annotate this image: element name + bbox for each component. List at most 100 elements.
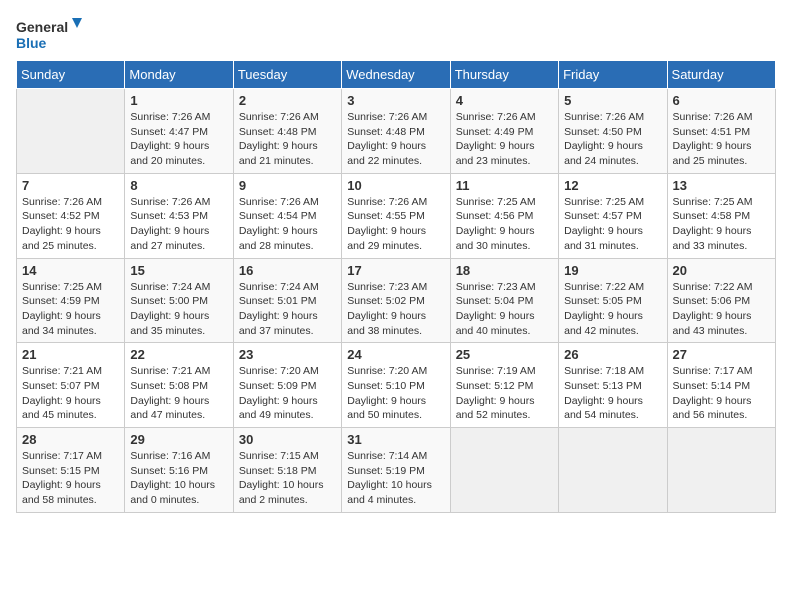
calendar-cell: 28 Sunrise: 7:17 AMSunset: 5:15 PMDayligh… bbox=[17, 428, 125, 513]
calendar-cell: 13 Sunrise: 7:25 AMSunset: 4:58 PMDayligh… bbox=[667, 173, 775, 258]
day-number: 25 bbox=[456, 347, 553, 362]
day-info: Sunrise: 7:26 AMSunset: 4:48 PMDaylight:… bbox=[239, 110, 336, 169]
calendar-cell: 11Sunrise: 7:25 AMSunset: 4:56 PMDayligh… bbox=[450, 173, 558, 258]
calendar-week-4: 21Sunrise: 7:21 AMSunset: 5:07 PMDayligh… bbox=[17, 343, 776, 428]
day-number: 24 bbox=[347, 347, 444, 362]
calendar-cell: 27Sunrise: 7:17 AMSunset: 5:14 PMDayligh… bbox=[667, 343, 775, 428]
day-info: Sunrise: 7:26 AMSunset: 4:54 PMDaylight:… bbox=[239, 195, 336, 254]
day-number: 30 bbox=[239, 432, 336, 447]
day-number: 4 bbox=[456, 93, 553, 108]
calendar-cell: 4Sunrise: 7:26 AMSunset: 4:49 PMDaylight… bbox=[450, 89, 558, 174]
day-number: 10 bbox=[347, 178, 444, 193]
day-info: Sunrise: 7:22 AMSunset: 5:06 PMDaylight:… bbox=[673, 280, 770, 339]
header-wednesday: Wednesday bbox=[342, 61, 450, 89]
day-info: Sunrise: 7:16 AMSunset: 5:16 PMDaylight:… bbox=[130, 449, 227, 508]
day-number: 13 bbox=[673, 178, 770, 193]
calendar-cell: 16 Sunrise: 7:24 AMSunset: 5:01 PMDayligh… bbox=[233, 258, 341, 343]
calendar-cell: 21Sunrise: 7:21 AMSunset: 5:07 PMDayligh… bbox=[17, 343, 125, 428]
day-number: 23 bbox=[239, 347, 336, 362]
header-saturday: Saturday bbox=[667, 61, 775, 89]
calendar-cell: 31 Sunrise: 7:14 AMSunset: 5:19 PMDayligh… bbox=[342, 428, 450, 513]
day-number: 26 bbox=[564, 347, 661, 362]
day-number: 8 bbox=[130, 178, 227, 193]
day-number: 9 bbox=[239, 178, 336, 193]
calendar-cell: 1Sunrise: 7:26 AMSunset: 4:47 PMDaylight… bbox=[125, 89, 233, 174]
calendar-cell: 12 Sunrise: 7:25 AMSunset: 4:57 PMDayligh… bbox=[559, 173, 667, 258]
svg-text:General: General bbox=[16, 19, 68, 35]
calendar-cell bbox=[17, 89, 125, 174]
calendar-cell: 20 Sunrise: 7:22 AMSunset: 5:06 PMDayligh… bbox=[667, 258, 775, 343]
day-info: Sunrise: 7:15 AMSunset: 5:18 PMDaylight:… bbox=[239, 449, 336, 508]
day-number: 20 bbox=[673, 263, 770, 278]
calendar-cell: 10 Sunrise: 7:26 AMSunset: 4:55 PMDayligh… bbox=[342, 173, 450, 258]
header-sunday: Sunday bbox=[17, 61, 125, 89]
day-number: 28 bbox=[22, 432, 119, 447]
day-number: 3 bbox=[347, 93, 444, 108]
calendar-cell: 24 Sunrise: 7:20 AMSunset: 5:10 PMDayligh… bbox=[342, 343, 450, 428]
day-number: 19 bbox=[564, 263, 661, 278]
calendar-cell: 2 Sunrise: 7:26 AMSunset: 4:48 PMDaylight… bbox=[233, 89, 341, 174]
calendar-week-1: 1Sunrise: 7:26 AMSunset: 4:47 PMDaylight… bbox=[17, 89, 776, 174]
day-info: Sunrise: 7:24 AMSunset: 5:01 PMDaylight:… bbox=[239, 280, 336, 339]
calendar-cell: 30 Sunrise: 7:15 AMSunset: 5:18 PMDayligh… bbox=[233, 428, 341, 513]
day-number: 16 bbox=[239, 263, 336, 278]
day-number: 22 bbox=[130, 347, 227, 362]
day-info: Sunrise: 7:22 AMSunset: 5:05 PMDaylight:… bbox=[564, 280, 661, 339]
calendar-table: SundayMondayTuesdayWednesdayThursdayFrid… bbox=[16, 60, 776, 513]
day-info: Sunrise: 7:26 AMSunset: 4:55 PMDaylight:… bbox=[347, 195, 444, 254]
day-info: Sunrise: 7:21 AMSunset: 5:07 PMDaylight:… bbox=[22, 364, 119, 423]
day-info: Sunrise: 7:20 AMSunset: 5:09 PMDaylight:… bbox=[239, 364, 336, 423]
calendar-header-row: SundayMondayTuesdayWednesdayThursdayFrid… bbox=[17, 61, 776, 89]
day-info: Sunrise: 7:20 AMSunset: 5:10 PMDaylight:… bbox=[347, 364, 444, 423]
day-number: 7 bbox=[22, 178, 119, 193]
calendar-cell: 7 Sunrise: 7:26 AMSunset: 4:52 PMDaylight… bbox=[17, 173, 125, 258]
day-number: 5 bbox=[564, 93, 661, 108]
day-info: Sunrise: 7:25 AMSunset: 4:59 PMDaylight:… bbox=[22, 280, 119, 339]
day-info: Sunrise: 7:26 AMSunset: 4:53 PMDaylight:… bbox=[130, 195, 227, 254]
calendar-week-2: 7 Sunrise: 7:26 AMSunset: 4:52 PMDaylight… bbox=[17, 173, 776, 258]
calendar-cell bbox=[667, 428, 775, 513]
calendar-cell: 29 Sunrise: 7:16 AMSunset: 5:16 PMDayligh… bbox=[125, 428, 233, 513]
day-info: Sunrise: 7:17 AMSunset: 5:15 PMDaylight:… bbox=[22, 449, 119, 508]
calendar-cell: 6 Sunrise: 7:26 AMSunset: 4:51 PMDaylight… bbox=[667, 89, 775, 174]
day-info: Sunrise: 7:26 AMSunset: 4:52 PMDaylight:… bbox=[22, 195, 119, 254]
day-number: 17 bbox=[347, 263, 444, 278]
calendar-cell: 9 Sunrise: 7:26 AMSunset: 4:54 PMDaylight… bbox=[233, 173, 341, 258]
calendar-cell: 17 Sunrise: 7:23 AMSunset: 5:02 PMDayligh… bbox=[342, 258, 450, 343]
day-info: Sunrise: 7:26 AMSunset: 4:50 PMDaylight:… bbox=[564, 110, 661, 169]
day-info: Sunrise: 7:21 AMSunset: 5:08 PMDaylight:… bbox=[130, 364, 227, 423]
header-thursday: Thursday bbox=[450, 61, 558, 89]
day-number: 14 bbox=[22, 263, 119, 278]
day-info: Sunrise: 7:25 AMSunset: 4:57 PMDaylight:… bbox=[564, 195, 661, 254]
calendar-cell: 26 Sunrise: 7:18 AMSunset: 5:13 PMDayligh… bbox=[559, 343, 667, 428]
calendar-cell: 19 Sunrise: 7:22 AMSunset: 5:05 PMDayligh… bbox=[559, 258, 667, 343]
header-friday: Friday bbox=[559, 61, 667, 89]
day-number: 31 bbox=[347, 432, 444, 447]
day-info: Sunrise: 7:18 AMSunset: 5:13 PMDaylight:… bbox=[564, 364, 661, 423]
day-info: Sunrise: 7:14 AMSunset: 5:19 PMDaylight:… bbox=[347, 449, 444, 508]
day-info: Sunrise: 7:26 AMSunset: 4:48 PMDaylight:… bbox=[347, 110, 444, 169]
calendar-week-3: 14 Sunrise: 7:25 AMSunset: 4:59 PMDayligh… bbox=[17, 258, 776, 343]
day-number: 6 bbox=[673, 93, 770, 108]
day-info: Sunrise: 7:24 AMSunset: 5:00 PMDaylight:… bbox=[130, 280, 227, 339]
day-number: 2 bbox=[239, 93, 336, 108]
day-number: 29 bbox=[130, 432, 227, 447]
day-info: Sunrise: 7:26 AMSunset: 4:51 PMDaylight:… bbox=[673, 110, 770, 169]
day-info: Sunrise: 7:25 AMSunset: 4:58 PMDaylight:… bbox=[673, 195, 770, 254]
logo-svg: GeneralBlue bbox=[16, 16, 86, 52]
calendar-cell: 14 Sunrise: 7:25 AMSunset: 4:59 PMDayligh… bbox=[17, 258, 125, 343]
calendar-cell: 25Sunrise: 7:19 AMSunset: 5:12 PMDayligh… bbox=[450, 343, 558, 428]
day-info: Sunrise: 7:23 AMSunset: 5:04 PMDaylight:… bbox=[456, 280, 553, 339]
day-number: 18 bbox=[456, 263, 553, 278]
calendar-cell: 23 Sunrise: 7:20 AMSunset: 5:09 PMDayligh… bbox=[233, 343, 341, 428]
header-tuesday: Tuesday bbox=[233, 61, 341, 89]
logo: GeneralBlue bbox=[16, 16, 86, 52]
calendar-cell bbox=[559, 428, 667, 513]
day-info: Sunrise: 7:23 AMSunset: 5:02 PMDaylight:… bbox=[347, 280, 444, 339]
day-number: 12 bbox=[564, 178, 661, 193]
day-number: 27 bbox=[673, 347, 770, 362]
day-number: 1 bbox=[130, 93, 227, 108]
calendar-cell bbox=[450, 428, 558, 513]
calendar-cell: 3 Sunrise: 7:26 AMSunset: 4:48 PMDaylight… bbox=[342, 89, 450, 174]
page-header: GeneralBlue bbox=[16, 16, 776, 52]
